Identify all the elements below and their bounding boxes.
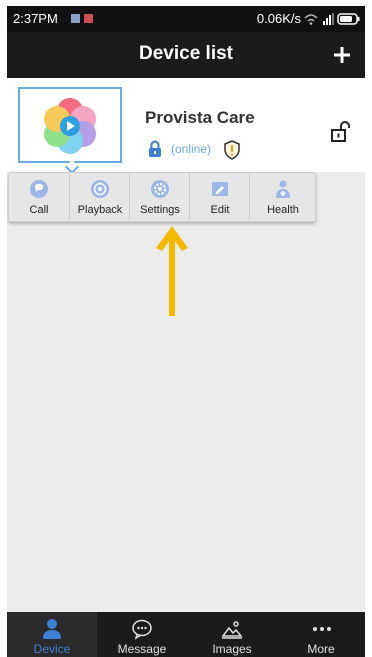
more-dots-icon <box>313 627 331 631</box>
header-bar: Device list <box>7 32 365 78</box>
signal-icon <box>323 13 334 25</box>
status-time: 2:37PM <box>13 11 58 26</box>
battery-icon <box>337 13 360 25</box>
flower-app-icon <box>44 98 96 154</box>
system-icons <box>304 13 360 25</box>
edit-button[interactable]: Edit <box>189 173 250 221</box>
image-icon <box>221 621 243 639</box>
notification-icon <box>71 14 80 23</box>
nav-images[interactable]: Images <box>187 612 277 657</box>
person-icon <box>43 619 61 639</box>
health-button[interactable]: Health <box>249 173 316 221</box>
nav-label: Images <box>212 642 252 656</box>
action-label: Health <box>267 204 299 216</box>
call-button[interactable]: Call <box>9 173 69 221</box>
nav-label: Message <box>117 642 167 656</box>
wifi-icon <box>304 14 318 25</box>
plus-icon <box>334 47 350 63</box>
phone-screen: 2:37PM 0.06K/s Device list Provista Care… <box>7 6 365 657</box>
device-thumbnail[interactable] <box>18 87 122 163</box>
nav-label: More <box>307 642 335 656</box>
shield-icon <box>224 140 240 160</box>
health-icon <box>276 180 290 198</box>
action-label: Settings <box>140 204 180 216</box>
chat-bubble-icon <box>132 619 152 640</box>
notification-icon <box>84 14 93 23</box>
settings-button[interactable]: Settings <box>129 173 190 221</box>
nav-more[interactable]: More <box>277 612 365 657</box>
settings-icon <box>151 180 169 198</box>
device-action-toolbar: Call Playback Settings Edit Health <box>8 172 316 222</box>
device-status: (online) <box>171 142 212 156</box>
action-label: Call <box>29 204 49 216</box>
add-device-button[interactable] <box>325 38 359 72</box>
nav-label: Device <box>33 642 71 656</box>
action-label: Edit <box>210 204 230 216</box>
device-name: Provista Care <box>145 108 255 127</box>
nav-device[interactable]: Device <box>7 612 97 657</box>
action-label: Playback <box>77 204 123 216</box>
status-bar: 2:37PM 0.06K/s <box>7 6 365 32</box>
bottom-navigation: Device Message Images More <box>7 612 365 657</box>
device-card[interactable]: Provista Care (online) <box>7 78 365 175</box>
unlock-icon[interactable] <box>331 121 351 143</box>
edit-icon <box>212 182 228 196</box>
lock-icon <box>149 140 161 157</box>
playback-button[interactable]: Playback <box>69 173 130 221</box>
annotation-arrow-icon <box>156 226 188 316</box>
call-icon <box>30 180 48 198</box>
nav-message[interactable]: Message <box>97 612 187 657</box>
playback-icon <box>91 180 109 198</box>
page-title: Device list <box>139 43 233 64</box>
network-speed: 0.06K/s <box>256 11 301 26</box>
